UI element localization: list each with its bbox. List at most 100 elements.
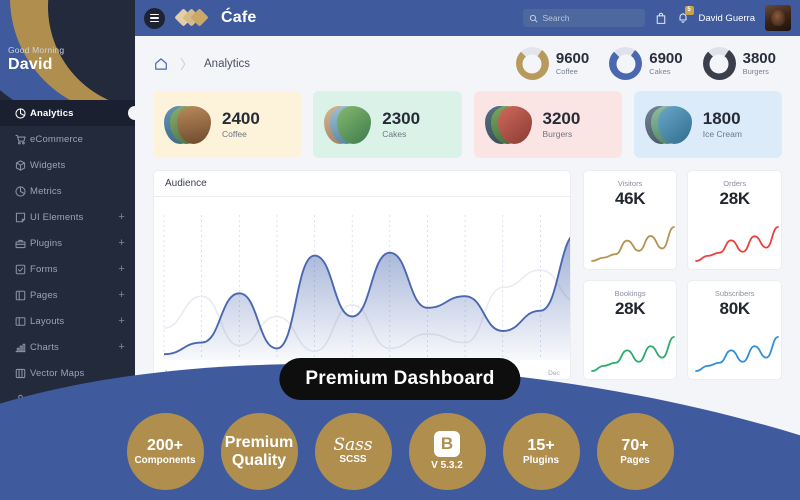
stat-card-ice-cream[interactable]: 1800 Ice Cream <box>633 91 782 158</box>
expand-icon[interactable]: + <box>118 289 125 301</box>
feature-circle-components: 200+ Components <box>126 413 204 490</box>
stat-label: Coffee <box>222 129 247 140</box>
audience-area-chart <box>163 215 570 360</box>
donut-stat-burgers: 3800 Burgers <box>702 47 776 80</box>
sidebar-item-label: eCommerce <box>30 133 84 145</box>
sidebar-item-label: Layouts <box>30 315 65 327</box>
sidebar-item-widgets[interactable]: Widgets <box>0 152 135 178</box>
shopping-bag-icon[interactable] <box>655 12 667 25</box>
donut-chart-coffee <box>515 47 549 80</box>
expand-icon[interactable]: + <box>118 211 125 223</box>
dashboard-screenshot: Good Morning David Analytics eCommerce Wid… <box>0 0 800 500</box>
feature-sublabel: Pages <box>620 454 650 466</box>
sidebar-item-label: Maps <box>30 393 54 405</box>
sidebar-item-label: Plugins <box>30 237 63 249</box>
toolbox-icon <box>14 237 30 250</box>
feature-circle-scss: Sass SCSS <box>314 413 392 490</box>
search-icon <box>529 14 537 22</box>
avatar[interactable] <box>765 5 791 31</box>
sidebar-item-label: Analytics <box>30 107 74 119</box>
stat-card-burgers[interactable]: 3200 Burgers <box>473 91 622 158</box>
expand-icon[interactable]: + <box>118 315 125 327</box>
sidebar-item-analytics[interactable]: Analytics <box>0 100 135 126</box>
sidebar-item-plugins[interactable]: Plugins + <box>0 230 135 256</box>
feature-circle-v-5-3-2: B V 5.3.2 <box>408 413 486 490</box>
person-pin-icon <box>14 393 30 406</box>
sidebar-item-metrics[interactable]: Metrics <box>0 178 135 204</box>
sidebar-item-ecommerce[interactable]: eCommerce <box>0 126 135 152</box>
notification-badge: 5 <box>684 5 694 15</box>
stat-label: Cakes <box>382 129 407 140</box>
donut-label: Burgers <box>742 67 769 77</box>
sidebar-item-charts[interactable]: Charts + <box>0 334 135 360</box>
mini-stat-card-bookings[interactable]: Bookings 28K <box>582 280 678 380</box>
greeting-username: David <box>8 56 53 73</box>
sparkline-orders <box>695 226 780 262</box>
mini-stat-label: Subscribers <box>714 289 755 298</box>
sparkline-visitors <box>590 226 675 262</box>
photo-blob <box>337 105 372 144</box>
lower-row: Audience JanFebMarAprMayJunJulAugSepOctN… <box>153 170 782 380</box>
stat-value: 2400 <box>222 108 260 128</box>
mini-stat-card-orders[interactable]: Orders 28K <box>687 170 782 270</box>
sidebar-item-label: UI Elements <box>30 211 84 223</box>
sidebar-item-label: Vector Maps <box>30 367 85 379</box>
breadcrumb-separator: 〉 <box>180 57 194 72</box>
donut-value: 9600 <box>555 49 590 67</box>
expand-icon[interactable]: + <box>118 341 125 353</box>
mini-stat-value: 80K <box>719 299 751 318</box>
topbar-right: Search 5 David Guerra <box>522 5 791 31</box>
hamburger-icon[interactable] <box>144 7 165 29</box>
home-icon[interactable] <box>153 56 169 72</box>
donut-label: Cakes <box>649 67 671 77</box>
bell-alert-icon[interactable]: 5 <box>677 5 694 25</box>
photo-blob-group <box>484 103 533 147</box>
diamond-logo-icon <box>174 7 215 29</box>
mini-stat-card-visitors[interactable]: Visitors 46K <box>582 170 678 270</box>
sidebar-item-label: Pages <box>30 289 58 301</box>
donut-stats-group: 9600 Coffee 6900 Cakes 3800 Burgers <box>515 47 782 80</box>
sidebar-item-label: Metrics <box>30 185 62 197</box>
feature-circles: 200+ Components Premium Quality Sass SCSS B V 5… <box>0 413 800 490</box>
photo-blob-group <box>164 103 212 147</box>
search-placeholder: Search <box>542 13 570 23</box>
feature-circle-plugins: 15+ Plugins <box>502 413 580 490</box>
feature-circle-quality: Premium Quality <box>220 413 298 490</box>
pie-chart-icon <box>14 107 30 120</box>
pie-chart-icon <box>14 185 30 198</box>
mini-stat-value: 28K <box>614 299 646 318</box>
sass-logo-text: Sass <box>333 435 373 456</box>
page-icon <box>14 289 30 302</box>
search-input[interactable]: Search <box>522 9 645 27</box>
donut-stat-cakes: 6900 Cakes <box>609 47 683 80</box>
brand-name: Ćafe <box>221 9 257 26</box>
mini-stat-value: 46K <box>614 189 646 208</box>
expand-icon[interactable]: + <box>118 237 125 249</box>
bar-chart-icon <box>14 341 30 354</box>
stat-card-coffee[interactable]: 2400 Coffee <box>153 91 302 158</box>
donut-value: 3800 <box>742 49 776 67</box>
donut-stat-coffee: 9600 Coffee <box>515 47 590 80</box>
stat-card-cakes[interactable]: 2300 Cakes <box>313 91 462 158</box>
photo-blob-group <box>644 103 693 147</box>
sidebar-item-forms[interactable]: Forms + <box>0 256 135 282</box>
sidebar-item-vector-maps[interactable]: Vector Maps <box>0 360 135 386</box>
mini-stat-grid: Visitors 46K Orders 28K Bookings 28K Subscribe… <box>582 170 782 380</box>
sidebar-item-layouts[interactable]: Layouts + <box>0 308 135 334</box>
sidebar-item-ui-elements[interactable]: UI Elements + <box>0 204 135 230</box>
feature-circle-pages: 70+ Pages <box>596 413 674 490</box>
feature-sublabel: Quality <box>231 451 287 469</box>
breadcrumb: 〉 Analytics <box>153 54 250 73</box>
expand-icon[interactable]: + <box>118 263 125 275</box>
feature-sublabel: Plugins <box>522 454 560 466</box>
sidebar-item-pages[interactable]: Pages + <box>0 282 135 308</box>
photo-blob <box>497 105 532 144</box>
page-title: Analytics <box>204 57 251 70</box>
brand-logo[interactable]: Ćafe <box>174 7 257 29</box>
stat-label: Burgers <box>542 129 573 140</box>
sidebar-item-maps[interactable]: Maps <box>0 386 135 412</box>
mini-stat-card-subscribers[interactable]: Subscribers 80K <box>687 280 782 380</box>
sidebar-item-label: Forms <box>30 263 58 275</box>
mini-stat-label: Bookings <box>614 289 646 298</box>
x-tick-label: Mar <box>233 370 246 377</box>
